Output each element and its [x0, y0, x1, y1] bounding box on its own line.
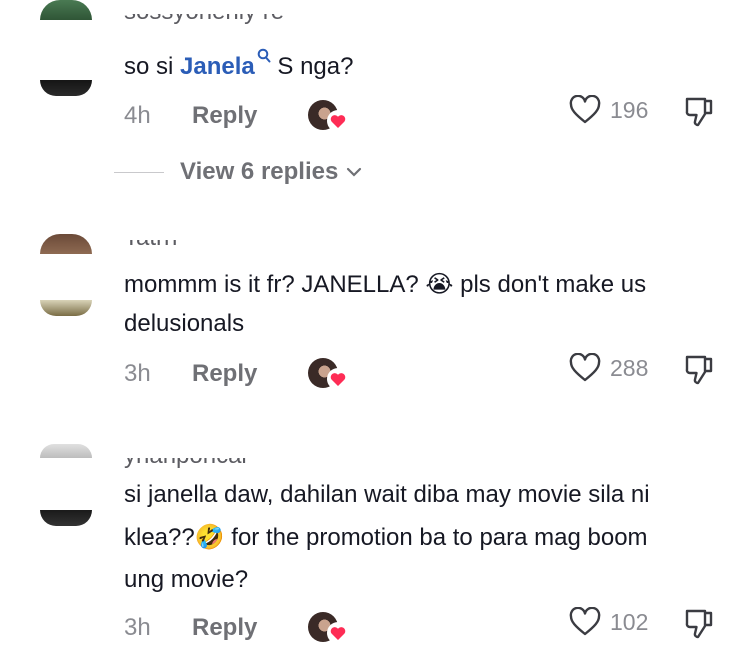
like-button[interactable]: 288 — [568, 350, 648, 386]
dislike-button[interactable] — [682, 606, 718, 642]
divider — [114, 171, 164, 173]
avatar[interactable] — [40, 80, 92, 96]
creator-liked-badge-icon — [308, 356, 354, 392]
chevron-down-icon — [347, 167, 362, 177]
dislike-icon — [685, 609, 713, 639]
username[interactable]: yhanponcal — [124, 458, 247, 468]
reply-button[interactable]: Reply — [192, 102, 308, 130]
view-replies-label: View 6 replies — [180, 158, 339, 185]
comment-time: 4h — [124, 102, 151, 129]
crying-emoji: 😭 — [425, 271, 454, 298]
comment-text-line1: si janella daw, dahilan wait diba may mo… — [124, 481, 650, 508]
avatar[interactable] — [40, 234, 92, 254]
avatar[interactable] — [40, 300, 92, 316]
reply-button[interactable]: Reply — [192, 360, 308, 388]
like-count: 102 — [610, 608, 649, 635]
creator-liked-badge-icon — [308, 98, 354, 134]
username[interactable]: sossyoheniy re — [124, 14, 284, 24]
reply-button[interactable]: Reply — [192, 614, 308, 642]
mention-link[interactable]: Janela — [180, 53, 255, 80]
laughing-emoji: 🤣 — [194, 524, 225, 551]
like-button[interactable]: 102 — [568, 604, 648, 640]
view-replies-button[interactable]: View 6 replies — [114, 158, 362, 186]
dislike-button[interactable] — [682, 94, 718, 130]
avatar[interactable] — [40, 444, 92, 458]
creator-liked-badge-icon — [308, 610, 354, 646]
dislike-button[interactable] — [682, 352, 718, 388]
comment-prefix: so si — [124, 53, 181, 80]
comment-meta: 3h Reply — [124, 356, 354, 392]
dislike-icon — [685, 355, 713, 385]
dislike-icon — [685, 97, 713, 127]
comment-text-line2: klea??🤣 for the promotion ba to para mag… — [124, 524, 648, 551]
heart-outline-icon — [569, 607, 601, 636]
comment-text: so si Janela S nga? — [124, 48, 353, 85]
comment-meta: 3h Reply — [124, 610, 354, 646]
comment-text-line3: ung movie? — [124, 566, 249, 593]
username[interactable]: Tatrn — [124, 240, 177, 250]
avatar[interactable] — [40, 0, 92, 20]
comment-text: mommm is it fr? JANELLA? 😭 pls don't mak… — [124, 271, 647, 298]
comment-time: 3h — [124, 360, 151, 387]
like-count: 196 — [610, 96, 649, 123]
like-button[interactable]: 196 — [568, 92, 648, 128]
comment-text-line2: delusionals — [124, 310, 245, 337]
avatar[interactable] — [40, 510, 92, 526]
search-icon[interactable] — [257, 48, 271, 64]
heart-outline-icon — [569, 95, 601, 124]
heart-outline-icon — [569, 353, 601, 382]
comment-time: 3h — [124, 614, 151, 641]
like-count: 288 — [610, 354, 649, 381]
comment-meta: 4h Reply — [124, 98, 354, 134]
